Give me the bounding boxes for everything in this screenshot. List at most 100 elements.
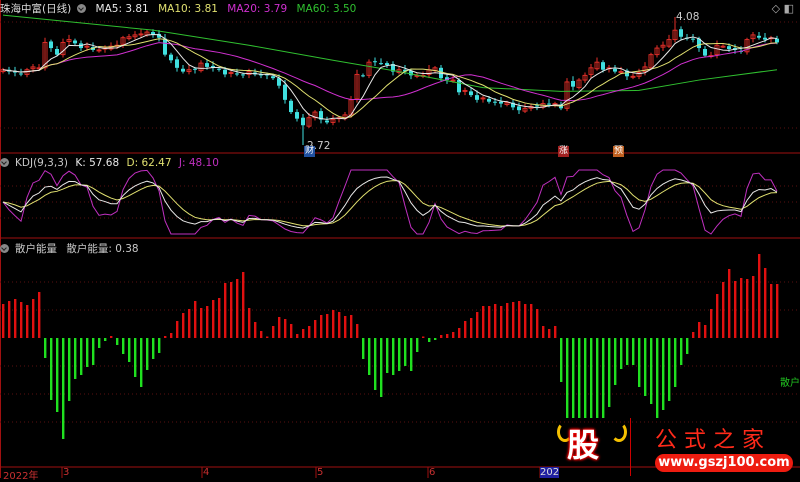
energy-bar-negative (434, 338, 437, 340)
energy-bar-positive (248, 308, 251, 338)
energy-bar-negative (98, 338, 101, 348)
energy-bar-positive (554, 326, 557, 338)
energy-bar-negative (398, 338, 401, 371)
marker-cai[interactable]: 财 (304, 146, 316, 157)
energy-bar-positive (308, 326, 311, 338)
energy-bar-positive (770, 284, 773, 338)
candle-body (55, 49, 59, 55)
energy-bar-positive (530, 304, 533, 338)
energy-bar-positive (494, 304, 497, 338)
energy-bar-positive (314, 320, 317, 338)
candle-body (535, 105, 539, 107)
candle-body (571, 81, 575, 87)
energy-bar-positive (2, 304, 5, 338)
energy-bar-negative (584, 338, 587, 418)
energy-bar-negative (668, 338, 671, 401)
candle-body (325, 120, 329, 123)
marker-zhang[interactable]: 涨 (558, 146, 570, 157)
marker-yu[interactable]: 预 (613, 146, 625, 157)
energy-bar-negative (650, 338, 653, 404)
energy-bar-positive (212, 300, 215, 338)
ma60-value: MA60: 3.50 (296, 3, 357, 15)
candle-body (499, 101, 503, 104)
energy-bar-positive (164, 336, 167, 338)
energy-bar-negative (368, 338, 371, 375)
energy-bar-negative (626, 338, 629, 365)
energy-bar-negative (92, 338, 95, 365)
stock-chart[interactable] (0, 0, 800, 478)
energy-bar-negative (386, 338, 389, 373)
energy-bar-positive (476, 312, 479, 338)
energy-bar-negative (638, 338, 641, 387)
chevron-down-icon[interactable] (77, 4, 87, 13)
candle-body (235, 73, 239, 75)
energy-bar-positive (512, 302, 515, 338)
axis-month-6: 6 (429, 467, 436, 478)
energy-right-label: 散户 (780, 378, 800, 389)
energy-bar-positive (356, 324, 359, 338)
energy-bar-positive (764, 268, 767, 338)
energy-bar-positive (26, 305, 29, 338)
energy-bar-negative (140, 338, 143, 387)
energy-bar-positive (452, 332, 455, 338)
energy-bar-positive (350, 315, 353, 338)
energy-bar-positive (704, 325, 707, 338)
candle-body (385, 63, 389, 65)
diamond-icon[interactable]: ◇ (772, 2, 780, 15)
energy-bar-negative (590, 338, 593, 418)
energy-bar-negative (680, 338, 683, 365)
energy-bar-positive (260, 331, 263, 338)
candle-body (181, 68, 185, 72)
energy-bar-negative (134, 338, 137, 377)
ma10-value: MA10: 3.81 (158, 3, 218, 15)
ma20-value: MA20: 3.79 (227, 3, 288, 15)
candle-body (175, 59, 179, 68)
candle-body (223, 69, 227, 75)
candle-body (373, 61, 377, 63)
candle-body (763, 37, 767, 40)
energy-bar-negative (86, 338, 89, 367)
candle-body (613, 68, 617, 72)
energy-bar-positive (752, 276, 755, 338)
energy-bar-negative (404, 338, 407, 366)
energy-bar-positive (758, 254, 761, 338)
candle-body (757, 35, 761, 38)
kdj-k-value: K: 57.68 (75, 157, 120, 169)
watermark-title: 公式之家 (655, 428, 772, 453)
candle-body (457, 80, 461, 93)
kdj-j-value: J: 48.10 (178, 157, 219, 169)
candle-body (469, 91, 473, 96)
candle-body (73, 40, 77, 44)
energy-bar-positive (242, 272, 245, 338)
ma10-line (2, 38, 778, 119)
chevron-down-icon[interactable] (0, 244, 9, 253)
candle-body (283, 84, 287, 100)
energy-bar-negative (62, 338, 65, 439)
watermark-url: www.gszj100.com (655, 454, 793, 472)
candle-body (295, 112, 299, 119)
energy-bar-positive (188, 309, 191, 338)
energy-bar-negative (644, 338, 647, 396)
energy-bar-negative (374, 338, 377, 390)
energy-bar-positive (296, 334, 299, 338)
panel-toggle-icon[interactable]: ◧ (784, 2, 794, 15)
energy-bar-positive (506, 303, 509, 338)
energy-bar-positive (500, 306, 503, 338)
energy-bar-positive (464, 321, 467, 338)
energy-bar-negative (632, 338, 635, 365)
energy-bar-positive (440, 335, 443, 338)
energy-bar-negative (380, 338, 383, 397)
stock-name: 珠海中富(日线) (0, 3, 72, 15)
energy-bar-negative (104, 338, 107, 341)
energy-bar-positive (20, 302, 23, 338)
chevron-down-icon[interactable] (0, 158, 9, 167)
candle-body (205, 63, 209, 67)
energy-bar-negative (662, 338, 665, 410)
energy-bar-negative (158, 338, 161, 353)
energy-header: 散户能量 散户能量: 0.38 (0, 241, 145, 256)
energy-bar-negative (566, 338, 569, 418)
energy-bar-negative (128, 338, 131, 362)
axis-month-4: 4 (203, 467, 210, 478)
energy-bar-negative (674, 338, 677, 387)
energy-bar-positive (518, 301, 521, 338)
